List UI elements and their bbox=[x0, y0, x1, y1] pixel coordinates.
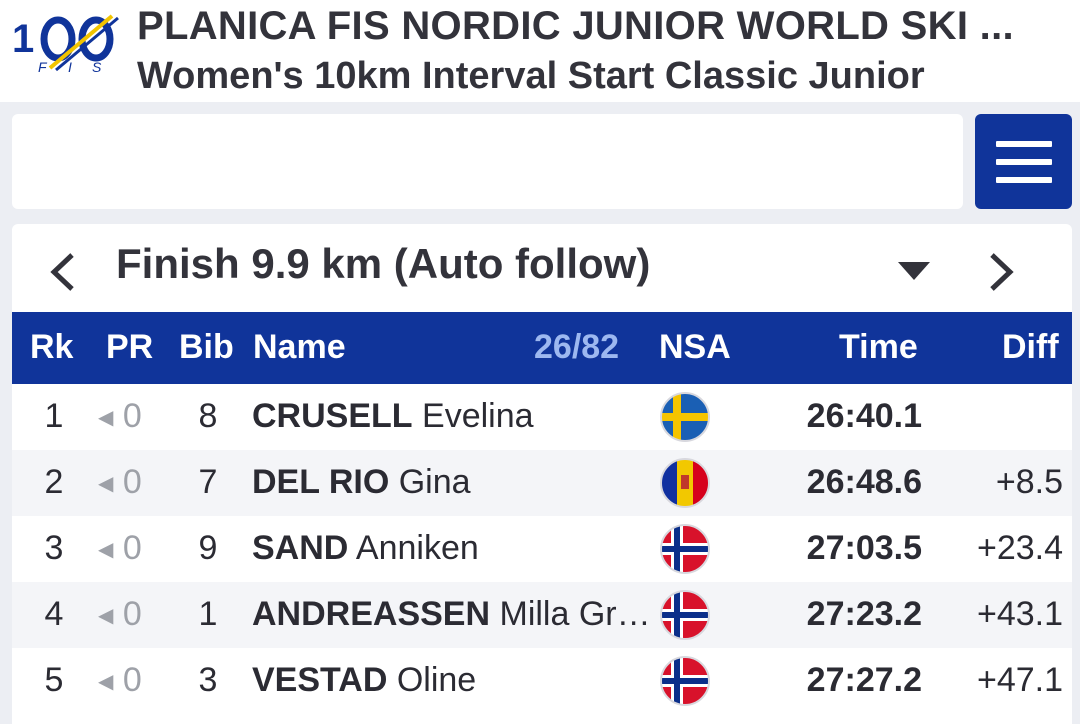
previous-rank-value: 0 bbox=[122, 661, 142, 699]
previous-rank-value: 0 bbox=[122, 463, 142, 501]
time-cell: 26:40.1 bbox=[806, 397, 922, 435]
time-cell: 27:27.2 bbox=[806, 661, 922, 699]
athlete-first-name: Anniken bbox=[355, 529, 479, 567]
previous-rank-cell: ◀ 0 bbox=[98, 397, 162, 436]
col-nsa[interactable]: NSA bbox=[659, 328, 731, 367]
athlete-first-name: Oline bbox=[396, 661, 477, 699]
event-title: PLANICA FIS NORDIC JUNIOR WORLD SKI ... bbox=[137, 4, 1014, 48]
bib-cell: 7 bbox=[198, 463, 218, 501]
diff-cell: +43.1 bbox=[976, 595, 1063, 633]
table-header: Rk PR Bib Name 26/82 NSA Time Diff bbox=[12, 312, 1072, 384]
athlete-last-name: ANDREASSEN bbox=[252, 595, 491, 633]
athlete-name: SAND Anniken bbox=[252, 529, 652, 568]
rank-cell: 1 bbox=[44, 397, 64, 435]
split-selector: Finish 9.9 km (Auto follow) bbox=[12, 224, 1072, 312]
hamburger-menu-button[interactable] bbox=[975, 114, 1072, 209]
triangle-left-icon: ◀ bbox=[98, 407, 114, 429]
table-row[interactable]: 1 ◀ 0 8 CRUSELL Evelina 26:40.1 bbox=[12, 384, 1072, 450]
previous-rank-value: 0 bbox=[122, 529, 142, 567]
athlete-last-name: DEL RIO bbox=[252, 463, 390, 501]
previous-rank-cell: ◀ 0 bbox=[98, 463, 162, 502]
athlete-first-name: Evelina bbox=[422, 397, 534, 435]
nation-flag-icon bbox=[659, 457, 711, 509]
nation-flag-icon bbox=[659, 523, 711, 575]
chevron-left-icon[interactable] bbox=[42, 249, 82, 295]
svg-text:S: S bbox=[92, 59, 102, 74]
search-input[interactable] bbox=[12, 114, 963, 209]
col-name[interactable]: Name bbox=[253, 328, 346, 367]
triangle-left-icon: ◀ bbox=[98, 473, 114, 495]
bib-cell: 8 bbox=[198, 397, 218, 435]
caret-down-icon[interactable] bbox=[896, 258, 932, 282]
col-bib[interactable]: Bib bbox=[179, 328, 234, 367]
rank-cell: 3 bbox=[44, 529, 64, 567]
previous-rank-cell: ◀ 0 bbox=[98, 661, 162, 700]
col-rank[interactable]: Rk bbox=[30, 328, 73, 367]
table-row[interactable]: 4 ◀ 0 1 ANDREASSEN Milla Gr… 27:23.2 +43.1 bbox=[12, 582, 1072, 648]
split-label[interactable]: Finish 9.9 km (Auto follow) bbox=[116, 240, 650, 288]
rank-cell: 2 bbox=[44, 463, 64, 501]
col-diff[interactable]: Diff bbox=[1002, 328, 1059, 367]
time-cell: 27:03.5 bbox=[806, 529, 922, 567]
previous-rank-cell: ◀ 0 bbox=[98, 529, 162, 568]
previous-rank-cell: ◀ 0 bbox=[98, 595, 162, 634]
diff-cell: +23.4 bbox=[976, 529, 1063, 567]
race-subtitle: Women's 10km Interval Start Classic Juni… bbox=[137, 55, 925, 97]
table-row[interactable]: 5 ◀ 0 3 VESTAD Oline 27:27.2 +47.1 bbox=[12, 648, 1072, 714]
nation-flag-icon bbox=[659, 391, 711, 443]
athlete-first-name: Milla Gr… bbox=[499, 595, 651, 633]
previous-rank-value: 0 bbox=[122, 397, 142, 435]
svg-text:F: F bbox=[38, 59, 48, 74]
rank-cell: 4 bbox=[44, 595, 64, 633]
rank-cell: 5 bbox=[44, 661, 64, 699]
athlete-name: ANDREASSEN Milla Gr… bbox=[252, 595, 652, 634]
triangle-left-icon: ◀ bbox=[98, 539, 114, 561]
menu-icon bbox=[995, 140, 1052, 147]
athlete-name: VESTAD Oline bbox=[252, 661, 652, 700]
fis-100-logo: 1 F I S bbox=[12, 14, 119, 74]
result-count: 26/82 bbox=[534, 328, 620, 366]
svg-text:1: 1 bbox=[12, 17, 34, 61]
col-time[interactable]: Time bbox=[839, 328, 918, 367]
athlete-last-name: VESTAD bbox=[252, 661, 388, 699]
col-pr[interactable]: PR bbox=[106, 328, 153, 367]
bib-cell: 9 bbox=[198, 529, 218, 567]
bib-cell: 1 bbox=[198, 595, 218, 633]
triangle-left-icon: ◀ bbox=[98, 671, 114, 693]
diff-cell: +47.1 bbox=[976, 661, 1063, 699]
triangle-left-icon: ◀ bbox=[98, 605, 114, 627]
table-row[interactable]: 3 ◀ 0 9 SAND Anniken 27:03.5 +23.4 bbox=[12, 516, 1072, 582]
results-panel: Finish 9.9 km (Auto follow) Rk PR Bib Na… bbox=[12, 224, 1072, 724]
nation-flag-icon bbox=[659, 589, 711, 641]
athlete-name: DEL RIO Gina bbox=[252, 463, 652, 502]
table-row[interactable]: 2 ◀ 0 7 DEL RIO Gina 26:48.6 +8.5 bbox=[12, 450, 1072, 516]
nation-flag-icon bbox=[659, 655, 711, 707]
diff-cell: +8.5 bbox=[995, 463, 1063, 501]
athlete-last-name: CRUSELL bbox=[252, 397, 413, 435]
athlete-last-name: SAND bbox=[252, 529, 349, 567]
bib-cell: 3 bbox=[198, 661, 218, 699]
athlete-first-name: Gina bbox=[398, 463, 471, 501]
athlete-name: CRUSELL Evelina bbox=[252, 397, 652, 436]
time-cell: 27:23.2 bbox=[806, 595, 922, 633]
svg-text:I: I bbox=[68, 59, 72, 74]
previous-rank-value: 0 bbox=[122, 595, 142, 633]
app-header: 1 F I S PLANICA FIS NORDIC JUNIOR WORLD … bbox=[0, 0, 1080, 102]
time-cell: 26:48.6 bbox=[806, 463, 922, 501]
chevron-right-icon[interactable] bbox=[982, 249, 1022, 295]
